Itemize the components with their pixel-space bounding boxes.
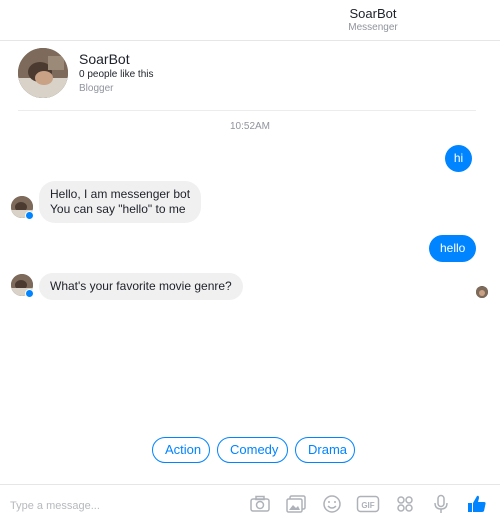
header-title[interactable]: SoarBot: [0, 6, 500, 21]
avatar-photo-icon: [18, 48, 68, 98]
incoming-message: Hello, I am messenger bot You can say "h…: [39, 181, 202, 223]
profile-avatar[interactable]: [18, 48, 68, 98]
messenger-badge-icon: [25, 289, 34, 298]
emoji-icon[interactable]: [321, 494, 343, 514]
quick-reply-drama[interactable]: Drama: [295, 437, 355, 463]
messenger-badge-icon: [25, 211, 34, 220]
message-input[interactable]: [8, 495, 242, 517]
message-composer: GIF: [0, 484, 500, 521]
incoming-message: What's your favorite movie genre?: [39, 273, 243, 300]
outgoing-message: hi: [445, 145, 472, 172]
apps-icon[interactable]: [394, 494, 416, 514]
profile-name[interactable]: SoarBot: [79, 51, 130, 67]
svg-text:GIF: GIF: [361, 501, 374, 510]
profile-category: Blogger: [79, 83, 114, 94]
outgoing-message: hello: [429, 235, 477, 262]
seen-indicator-avatar: [476, 286, 488, 298]
message-line: Hello, I am messenger bot: [50, 187, 191, 201]
avatar-photo-icon: [476, 287, 488, 298]
header-subtitle: Messenger: [348, 22, 398, 33]
microphone-icon[interactable]: [430, 494, 452, 514]
like-thumb-icon[interactable]: [466, 494, 488, 514]
photo-gallery-icon[interactable]: [285, 494, 307, 514]
message-line: You can say "hello" to me: [50, 202, 186, 216]
message-timestamp: 10:52AM: [229, 121, 271, 132]
profile-likes: 0 people like this: [79, 69, 154, 80]
conversation-header: SoarBot Messenger: [0, 0, 500, 41]
quick-reply-comedy[interactable]: Comedy: [217, 437, 288, 463]
quick-reply-action[interactable]: Action: [152, 437, 210, 463]
page-profile-card: SoarBot 0 people like this Blogger: [18, 48, 476, 111]
gif-icon[interactable]: GIF: [356, 494, 380, 514]
camera-icon[interactable]: [249, 494, 271, 514]
